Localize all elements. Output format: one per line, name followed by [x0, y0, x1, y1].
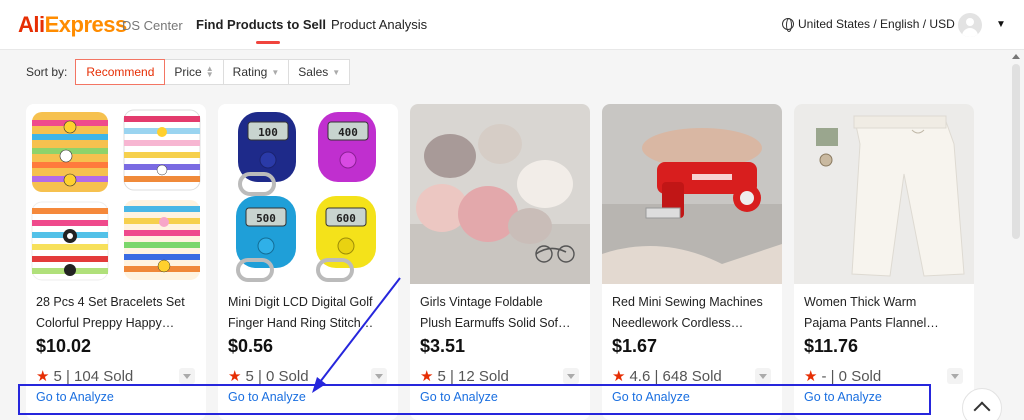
- product-rating-sales: ★ 4.6 | 648 Sold: [612, 367, 722, 386]
- user-avatar[interactable]: [958, 13, 982, 37]
- product-price: $1.67: [612, 336, 658, 356]
- expand-dropdown-icon[interactable]: [179, 368, 195, 384]
- star-icon: ★: [612, 368, 626, 385]
- locale-selector[interactable]: United States / English / USD ▼: [782, 17, 969, 32]
- tab-product-analysis[interactable]: Product Analysis: [331, 17, 427, 32]
- earmuffs-product-image[interactable]: [410, 104, 590, 284]
- product-rating-sales: ★ 5 | 12 Sold: [420, 367, 509, 386]
- sort-recommend-button[interactable]: Recommend: [75, 59, 166, 85]
- svg-text:100: 100: [258, 126, 278, 139]
- product-rating-sales: ★ 5 | 104 Sold: [36, 367, 134, 386]
- product-rating-sales: ★ 5 | 0 Sold: [228, 367, 309, 386]
- scroll-up-arrow-icon[interactable]: [1012, 54, 1020, 59]
- product-card[interactable]: Women Thick Warm Pajama Pants Flannel… $…: [794, 104, 974, 420]
- product-rating-sales: ★ - | 0 Sold: [804, 367, 882, 386]
- caret-down-icon: ▼: [271, 67, 280, 77]
- sort-rating-button[interactable]: Rating ▼: [222, 59, 290, 85]
- page-scrollbar[interactable]: [1010, 52, 1022, 420]
- product-card[interactable]: Red Mini Sewing Machines Needlework Cord…: [602, 104, 782, 420]
- sewing-machine-product-image[interactable]: [602, 104, 782, 284]
- pajama-pants-product-image[interactable]: [794, 104, 974, 284]
- star-icon: ★: [36, 368, 50, 385]
- product-card[interactable]: 28 Pcs 4 Set Bracelets Set Colorful Prep…: [26, 104, 206, 420]
- expand-dropdown-icon[interactable]: [371, 368, 387, 384]
- product-title[interactable]: 28 Pcs 4 Set Bracelets Set Colorful Prep…: [36, 292, 194, 334]
- product-card[interactable]: 100 400 500 600 Mini Digit LCD Digital G…: [218, 104, 398, 420]
- product-title[interactable]: Red Mini Sewing Machines Needlework Cord…: [612, 292, 770, 334]
- expand-dropdown-icon[interactable]: [947, 368, 963, 384]
- star-icon: ★: [228, 368, 242, 385]
- globe-icon: [782, 18, 794, 32]
- product-price: $3.51: [420, 336, 466, 356]
- svg-text:500: 500: [256, 212, 276, 225]
- product-price: $10.02: [36, 336, 92, 356]
- tab-find-products[interactable]: Find Products to Sell: [196, 17, 326, 32]
- ds-center-label: DS Center: [122, 18, 183, 33]
- product-price: $11.76: [804, 336, 859, 356]
- product-price: $0.56: [228, 336, 274, 356]
- svg-text:400: 400: [338, 126, 358, 139]
- product-title[interactable]: Girls Vintage Foldable Plush Earmuffs So…: [420, 292, 578, 334]
- product-title[interactable]: Mini Digit LCD Digital Golf Finger Hand …: [228, 292, 386, 334]
- svg-text:600: 600: [336, 212, 356, 225]
- sort-bar: Sort by: Recommend Price ▲ ▼ Rating ▼ Sales…: [26, 59, 351, 85]
- aliexpress-logo[interactable]: AliExpress: [18, 12, 127, 38]
- active-tab-indicator: [256, 41, 280, 44]
- product-card[interactable]: Girls Vintage Foldable Plush Earmuffs So…: [410, 104, 590, 420]
- locale-text: United States / English / USD: [798, 17, 955, 31]
- caret-down-icon: ▼: [332, 67, 341, 77]
- sort-price-button[interactable]: Price ▲ ▼: [164, 59, 224, 85]
- finger-counter-product-image[interactable]: 100 400 500 600: [218, 104, 398, 284]
- user-menu-caret-icon[interactable]: ▼: [996, 19, 1006, 30]
- annotation-highlight-box: [18, 384, 931, 415]
- top-navigation-bar: AliExpress DS Center Find Products to Se…: [0, 0, 1024, 50]
- product-title[interactable]: Women Thick Warm Pajama Pants Flannel…: [804, 292, 962, 334]
- sort-by-label: Sort by:: [26, 65, 68, 79]
- expand-dropdown-icon[interactable]: [563, 368, 579, 384]
- bracelets-product-image[interactable]: [26, 104, 206, 284]
- sort-sales-button[interactable]: Sales ▼: [288, 59, 351, 85]
- expand-dropdown-icon[interactable]: [755, 368, 771, 384]
- back-to-top-button[interactable]: [962, 388, 1002, 420]
- scrollbar-thumb[interactable]: [1012, 64, 1020, 239]
- star-icon: ★: [804, 368, 818, 385]
- sort-updown-icon: ▲ ▼: [205, 64, 214, 79]
- star-icon: ★: [420, 368, 434, 385]
